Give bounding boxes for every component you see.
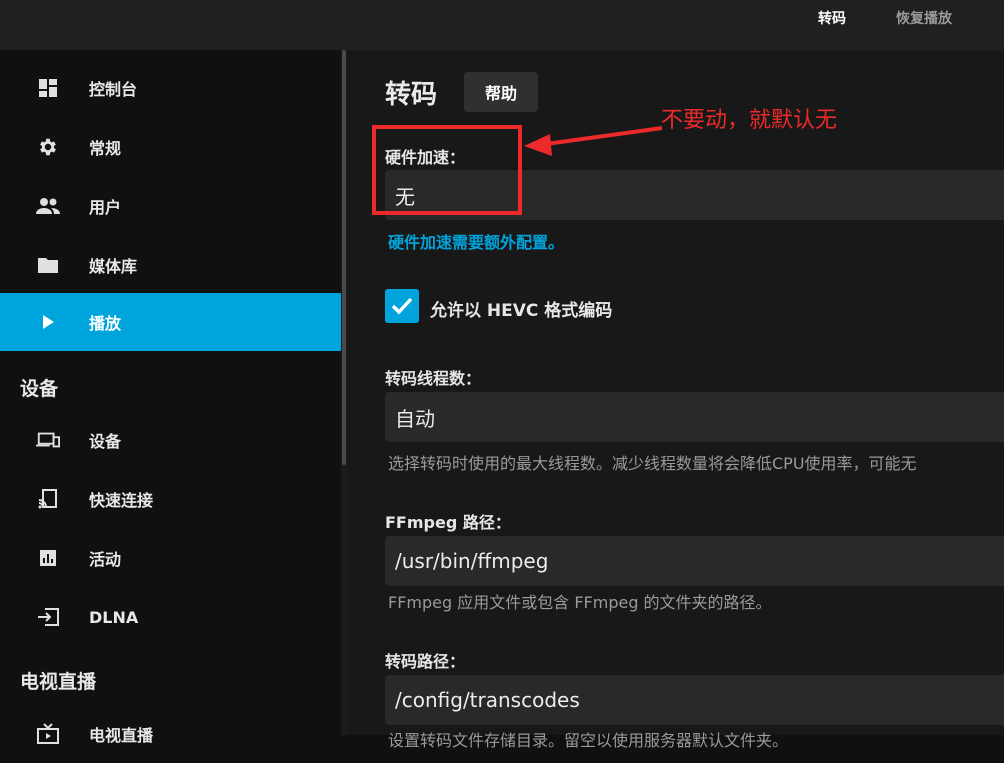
sidebar-item-label: 用户 <box>89 198 122 217</box>
page-title: 转码 <box>385 80 438 110</box>
sidebar-item-users[interactable]: 用户 <box>0 177 341 235</box>
sidebar-item-label: DLNA <box>89 607 139 627</box>
input-icon <box>36 605 60 629</box>
sidebar-item-devices[interactable]: 设备 <box>0 411 341 469</box>
sidebar-item-general[interactable]: 常规 <box>0 118 341 176</box>
check-icon <box>391 297 413 315</box>
sidebar-item-label: 电视直播 <box>89 726 154 745</box>
sidebar-item-label: 播放 <box>89 314 122 333</box>
sidebar-scrollbar-thumb[interactable] <box>342 50 346 465</box>
annotation-highlight-box <box>372 125 522 215</box>
chart-icon <box>36 546 60 570</box>
sidebar-item-label: 设备 <box>89 432 122 451</box>
sidebar-item-label: 快速连接 <box>89 491 154 510</box>
transcode-path-input[interactable]: /config/transcodes <box>385 675 1004 725</box>
threads-description: 选择转码时使用的最大线程数。减少线程数量将会降低CPU使用率，可能无 <box>388 454 917 473</box>
sidebar-item-library[interactable]: 媒体库 <box>0 236 341 294</box>
ffmpeg-path-label: FFmpeg 路径： <box>385 513 511 532</box>
play-icon <box>36 310 60 334</box>
sidebar-item-label: 活动 <box>89 550 122 569</box>
users-icon <box>36 194 60 218</box>
sidebar-item-playback[interactable]: 播放 <box>0 293 341 351</box>
sidebar-item-dlna[interactable]: DLNA <box>0 588 341 646</box>
transcode-path-description: 设置转码文件存储目录。留空以使用服务器默认文件夹。 <box>388 731 789 750</box>
sidebar-item-livetv[interactable]: 电视直播 <box>0 705 341 763</box>
tab-resume[interactable]: 恢复播放 <box>896 8 952 28</box>
sidebar-item-activity[interactable]: 活动 <box>0 529 341 587</box>
top-bar: 转码 恢复播放 <box>0 0 1004 50</box>
tab-transcoding[interactable]: 转码 <box>818 8 846 28</box>
ffmpeg-path-description: FFmpeg 应用文件或包含 FFmpeg 的文件夹的路径。 <box>388 593 772 612</box>
sidebar-item-label: 控制台 <box>89 80 138 99</box>
threads-select[interactable]: 自动 <box>385 392 1004 442</box>
threads-label: 转码线程数： <box>385 369 482 388</box>
hevc-checkbox-label: 允许以 HEVC 格式编码 <box>430 301 613 321</box>
devices-icon <box>36 428 60 452</box>
dashboard-icon <box>36 76 60 100</box>
sidebar-item-dashboard[interactable]: 控制台 <box>0 59 341 117</box>
ffmpeg-path-input[interactable]: /usr/bin/ffmpeg <box>385 536 1004 586</box>
sidebar-item-quick-connect[interactable]: 快速连接 <box>0 470 341 528</box>
sidebar-section-livetv: 电视直播 <box>20 671 97 693</box>
cast-icon <box>36 487 60 511</box>
sidebar-section-devices: 设备 <box>20 378 59 400</box>
sidebar-item-label: 媒体库 <box>89 257 138 276</box>
folder-icon <box>36 253 60 277</box>
gear-icon <box>36 135 60 159</box>
annotation-text: 不要动，就默认无 <box>661 108 838 133</box>
hevc-checkbox[interactable] <box>385 289 419 323</box>
transcode-path-label: 转码路径： <box>385 652 466 671</box>
help-button[interactable]: 帮助 <box>464 72 538 112</box>
tv-icon <box>36 722 60 746</box>
hw-accel-help-link[interactable]: 硬件加速需要额外配置。 <box>388 229 564 253</box>
sidebar-item-label: 常规 <box>89 139 122 158</box>
annotation-arrow-icon <box>524 126 663 156</box>
